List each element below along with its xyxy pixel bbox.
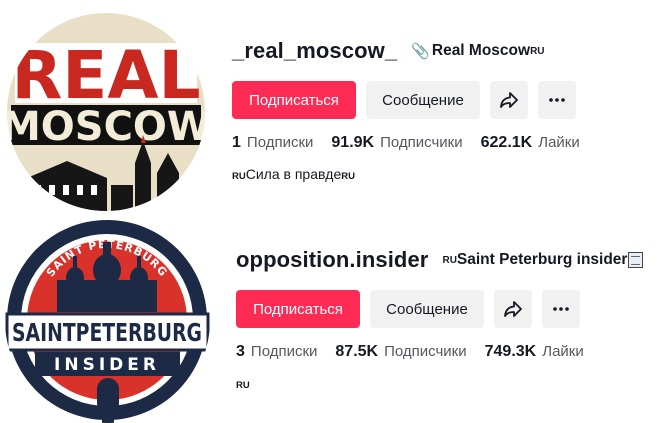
avatar-text-line2: MOSCOW bbox=[7, 104, 205, 150]
following-count: 1 bbox=[232, 134, 241, 151]
nickname-flag: RU bbox=[530, 45, 545, 57]
nickname: RU Saint Peterburg insider bbox=[442, 251, 644, 269]
more-icon bbox=[553, 307, 569, 311]
message-button[interactable]: Сообщение bbox=[370, 290, 484, 328]
profile-stats: 1 Подписки 91.9K Подписчики 622.1K Лайки bbox=[232, 134, 598, 152]
following-stat[interactable]: 1 Подписки bbox=[232, 134, 313, 152]
following-stat[interactable]: 3 Подписки bbox=[236, 343, 317, 361]
bio-flag-prefix: RU bbox=[236, 380, 250, 391]
followers-stat[interactable]: 91.9K Подписчики bbox=[331, 134, 462, 152]
likes-label: Лайки bbox=[538, 134, 580, 151]
follow-button-label: Подписаться bbox=[249, 91, 339, 109]
paperclip-icon: 📎 bbox=[411, 43, 430, 60]
username: opposition.insider bbox=[236, 247, 429, 272]
bio: RUСила в правдеRU bbox=[232, 166, 598, 182]
avatar-sub-text: INSIDER bbox=[54, 355, 160, 375]
message-button-label: Сообщение bbox=[386, 300, 468, 318]
avatar-main-text: SAINTPETERBURG bbox=[12, 318, 202, 347]
bio-flag-prefix: RU bbox=[232, 171, 246, 182]
action-buttons: Подписаться Сообщение bbox=[236, 290, 643, 328]
newspaper-icon bbox=[628, 252, 644, 268]
avatar[interactable]: SAINT PETERBURG SAINTPETERBURG INSIDER bbox=[5, 218, 210, 423]
followers-label: Подписчики bbox=[384, 343, 467, 360]
username: _real_moscow_ bbox=[232, 38, 398, 63]
bio: RU bbox=[236, 375, 643, 391]
share-button[interactable] bbox=[490, 81, 528, 119]
profile-card-real-moscow: REAL MOSCOW _real_moscow_ 📎 Real Moscow … bbox=[0, 0, 666, 211]
nickname: 📎 Real Moscow RU bbox=[411, 42, 544, 60]
followers-stat[interactable]: 87.5K Подписчики bbox=[335, 343, 466, 361]
profile-card-opposition-insider: SAINT PETERBURG SAINTPETERBURG INSIDER o… bbox=[0, 210, 666, 423]
following-label: Подписки bbox=[250, 343, 318, 360]
message-button[interactable]: Сообщение bbox=[366, 81, 480, 119]
more-button[interactable] bbox=[538, 81, 576, 119]
nickname-flag: RU bbox=[442, 254, 457, 266]
avatar-text-line1: REAL bbox=[11, 37, 200, 114]
follow-button[interactable]: Подписаться bbox=[236, 290, 360, 328]
likes-stat: 749.3K Лайки bbox=[485, 343, 584, 361]
followers-count: 91.9K bbox=[331, 134, 375, 151]
more-button[interactable] bbox=[542, 290, 580, 328]
likes-count: 749.3K bbox=[484, 343, 537, 360]
message-button-label: Сообщение bbox=[382, 91, 464, 109]
share-icon bbox=[504, 301, 522, 317]
likes-stat: 622.1K Лайки bbox=[481, 134, 580, 152]
more-icon bbox=[549, 98, 565, 102]
following-label: Подписки bbox=[246, 134, 314, 151]
follow-button-label: Подписаться bbox=[253, 300, 343, 318]
followers-count: 87.5K bbox=[335, 343, 379, 360]
bio-text: Сила в правде bbox=[245, 166, 342, 182]
bio-flag-suffix: RU bbox=[341, 171, 355, 182]
following-count: 3 bbox=[236, 343, 245, 360]
profile-stats: 3 Подписки 87.5K Подписчики 749.3K Лайки bbox=[236, 343, 643, 361]
nickname-text: Real Moscow bbox=[431, 42, 531, 59]
followers-label: Подписчики bbox=[380, 134, 463, 151]
follow-button[interactable]: Подписаться bbox=[232, 81, 356, 119]
likes-count: 622.1K bbox=[480, 134, 533, 151]
nickname-text: Saint Peterburg insider bbox=[456, 251, 628, 268]
likes-label: Лайки bbox=[542, 343, 584, 360]
action-buttons: Подписаться Сообщение bbox=[232, 81, 598, 119]
share-button[interactable] bbox=[494, 290, 532, 328]
avatar[interactable]: REAL MOSCOW bbox=[7, 13, 205, 211]
share-icon bbox=[500, 92, 518, 108]
